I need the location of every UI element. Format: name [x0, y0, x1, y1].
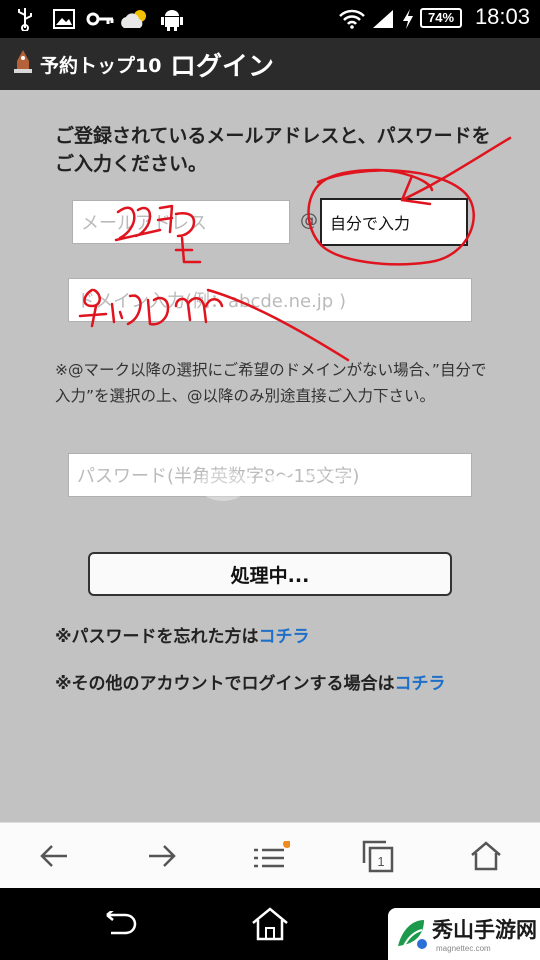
forward-icon[interactable]	[136, 833, 188, 879]
notification-dot	[283, 841, 290, 848]
password-input[interactable]: パスワード(半角英数字8〜15文字)	[68, 453, 472, 497]
domain-input[interactable]: ドメイン入力(例：abcde.ne.jp )	[68, 278, 472, 322]
domain-select[interactable]: 自分で入力	[320, 198, 468, 246]
battery-icon: 74%	[420, 8, 462, 28]
bell-tower-icon	[12, 49, 34, 79]
at-sign-label: @	[300, 210, 318, 231]
page-title: ログイン	[170, 52, 275, 82]
nav-back-icon[interactable]	[92, 902, 148, 946]
android-icon	[160, 6, 184, 32]
forgot-password-text: ※パスワードを忘れた方は	[55, 627, 259, 647]
menu-icon[interactable]	[244, 833, 296, 879]
tab-count: 1	[377, 854, 384, 869]
forgot-password-link[interactable]: コチラ	[259, 627, 310, 647]
site-watermark-sub: magnettec.com	[436, 944, 491, 953]
intro-text: ご登録されているメールアドレスと、パスワードをご入力ください。	[55, 125, 491, 175]
forgot-password-line: ※パスワードを忘れた方はコチラ	[55, 624, 495, 651]
app-header: 予約トップ10 ログイン	[0, 38, 540, 90]
browser-toolbar: 1	[0, 822, 540, 888]
nav-home-icon[interactable]	[242, 902, 298, 946]
back-icon[interactable]	[28, 833, 80, 879]
tabs-icon[interactable]: 1	[352, 833, 404, 879]
clock: 18:03	[474, 4, 530, 29]
site-watermark-text: 秀山手游网	[432, 917, 537, 942]
key-icon	[86, 6, 114, 32]
mountain-logo-icon	[398, 920, 427, 949]
signal-icon	[370, 6, 396, 32]
status-bar: 74% 18:03	[0, 0, 540, 38]
domain-note: ※@マーク以降の選択にご希望のドメインがない場合、”自分で入力”を選択の上、@以…	[55, 361, 487, 405]
email-input[interactable]: メールアドレス	[72, 200, 290, 244]
home-icon[interactable]	[460, 833, 512, 879]
brand-text: 予約トップ10	[40, 54, 162, 77]
wifi-icon	[338, 6, 366, 32]
charging-icon	[400, 6, 416, 32]
site-watermark-logo: 秀山手游网 magnettec.com	[388, 908, 540, 960]
brand-logo[interactable]: 予約トップ10	[12, 48, 161, 80]
submit-button[interactable]: 処理中...	[88, 552, 452, 596]
weather-icon	[118, 6, 152, 32]
other-account-text: ※その他のアカウントでログインする場合は	[55, 674, 395, 694]
other-account-line: ※その他のアカウントでログインする場合はコチラ	[55, 671, 495, 698]
other-account-link[interactable]: コチラ	[395, 674, 446, 694]
image-icon	[52, 6, 76, 32]
usb-icon	[14, 6, 36, 32]
